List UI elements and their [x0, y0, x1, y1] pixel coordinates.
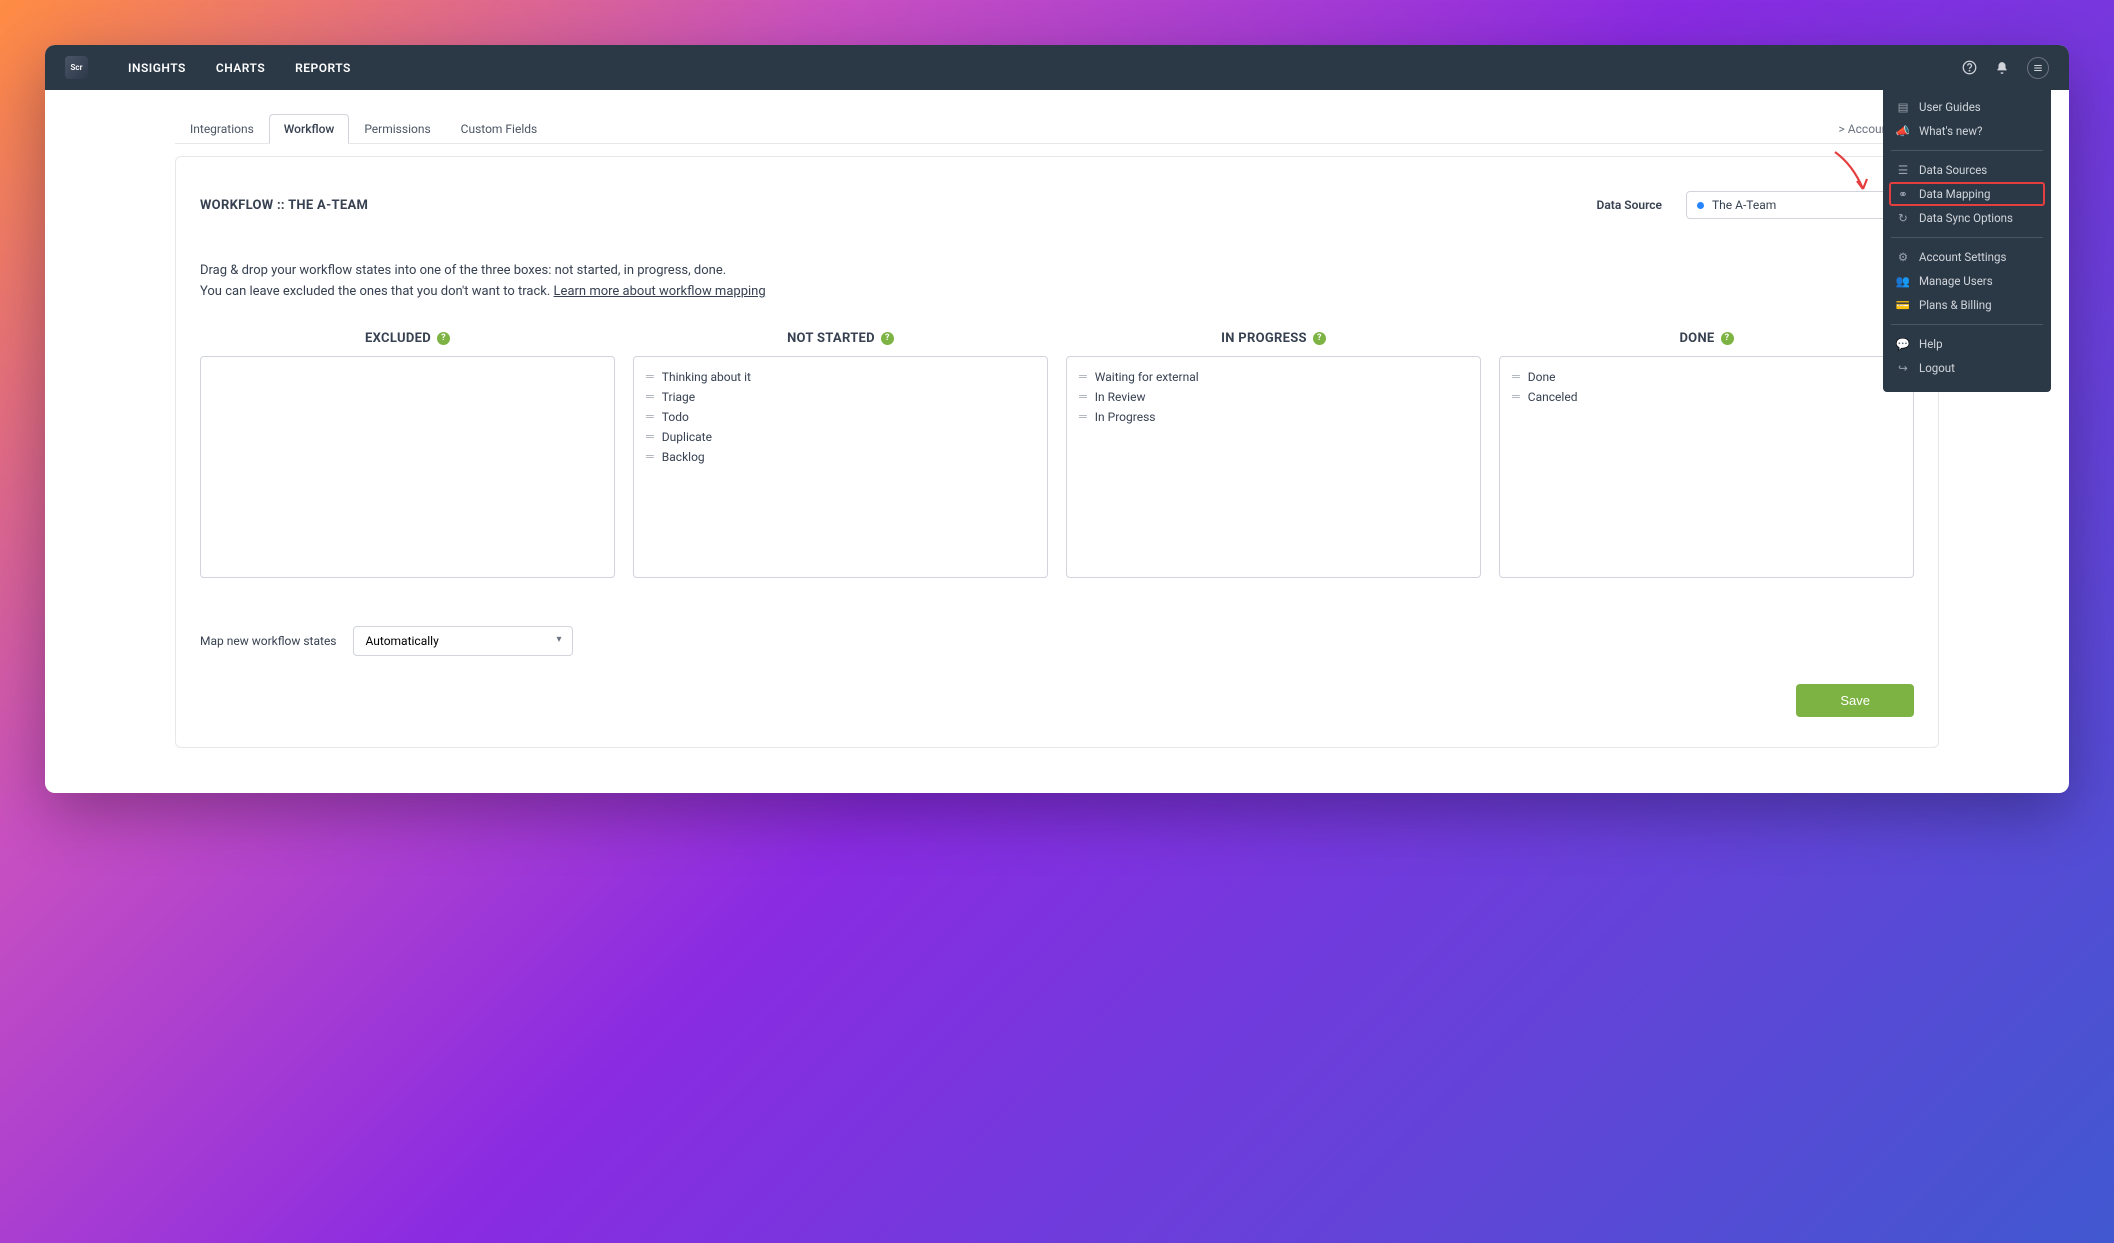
- col-title-not-started: NOT STARTED: [787, 331, 875, 346]
- help-line2: You can leave excluded the ones that you…: [200, 284, 554, 299]
- nav-links: INSIGHTS CHARTS REPORTS: [128, 61, 351, 75]
- menu-account-settings[interactable]: ⚙ Account Settings: [1883, 245, 2051, 269]
- menu-label: User Guides: [1919, 100, 1981, 114]
- menu-user-guides[interactable]: ▤ User Guides: [1883, 95, 2051, 119]
- column-done: DONE ? ═Done ═Canceled: [1499, 331, 1914, 578]
- help-icon[interactable]: [1962, 60, 1977, 75]
- workflow-panel: WORKFLOW :: THE A-TEAM Data Source The A…: [175, 156, 1939, 748]
- menu-data-sync[interactable]: ↻ Data Sync Options: [1883, 206, 2051, 230]
- menu-logout[interactable]: ↪ Logout: [1883, 356, 2051, 380]
- state-item[interactable]: ═Duplicate: [646, 427, 1035, 447]
- link-icon: ⚭: [1897, 187, 1909, 201]
- drag-handle-icon: ═: [646, 451, 652, 462]
- column-not-started: NOT STARTED ? ═Thinking about it ═Triage…: [633, 331, 1048, 578]
- map-states-value: Automatically: [366, 634, 439, 648]
- sync-icon: ↻: [1897, 211, 1909, 225]
- data-source-value: The A-Team: [1712, 198, 1776, 212]
- gear-icon: ⚙: [1897, 250, 1909, 264]
- drag-handle-icon: ═: [1079, 391, 1085, 402]
- logout-icon: ↪: [1897, 361, 1909, 375]
- col-title-in-progress: IN PROGRESS: [1221, 331, 1307, 346]
- drag-handle-icon: ═: [646, 391, 652, 402]
- menu-data-sources[interactable]: ☰ Data Sources: [1883, 158, 2051, 182]
- panel-title: WORKFLOW :: THE A-TEAM: [200, 198, 368, 213]
- content: Integrations Workflow Permissions Custom…: [45, 90, 2069, 778]
- menu-label: Data Sync Options: [1919, 211, 2013, 225]
- help-icon[interactable]: ?: [881, 332, 894, 345]
- dropdown-menu: ▤ User Guides 📣 What's new? ☰ Data Sourc…: [1883, 83, 2051, 392]
- drag-handle-icon: ═: [646, 411, 652, 422]
- drag-handle-icon: ═: [1079, 411, 1085, 422]
- drag-handle-icon: ═: [646, 371, 652, 382]
- state-item[interactable]: ═Todo: [646, 407, 1035, 427]
- tab-workflow[interactable]: Workflow: [269, 114, 350, 144]
- menu-data-mapping[interactable]: ⚭ Data Mapping: [1889, 182, 2045, 206]
- bell-icon[interactable]: [1995, 61, 2009, 75]
- state-item[interactable]: ═Done: [1512, 367, 1901, 387]
- menu-label: Plans & Billing: [1919, 298, 1992, 312]
- data-source-label: Data Source: [1597, 198, 1662, 212]
- column-in-progress: IN PROGRESS ? ═Waiting for external ═In …: [1066, 331, 1481, 578]
- topbar: Scr INSIGHTS CHARTS REPORTS: [45, 45, 2069, 90]
- drag-handle-icon: ═: [1512, 371, 1518, 382]
- menu-button[interactable]: [2027, 57, 2049, 79]
- tab-permissions[interactable]: Permissions: [349, 114, 445, 143]
- source-icon: [1697, 202, 1704, 209]
- column-excluded: EXCLUDED ?: [200, 331, 615, 578]
- state-item[interactable]: ═Canceled: [1512, 387, 1901, 407]
- nav-insights[interactable]: INSIGHTS: [128, 61, 186, 75]
- menu-label: Account Settings: [1919, 250, 2006, 264]
- tabs: Integrations Workflow Permissions Custom…: [175, 114, 1939, 144]
- logo[interactable]: Scr: [65, 56, 88, 79]
- state-item[interactable]: ═Backlog: [646, 447, 1035, 467]
- menu-label: What's new?: [1919, 124, 1982, 138]
- state-item[interactable]: ═In Progress: [1079, 407, 1468, 427]
- help-icon[interactable]: ?: [1313, 332, 1326, 345]
- drag-handle-icon: ═: [1079, 371, 1085, 382]
- chat-icon: 💬: [1897, 337, 1909, 351]
- save-button[interactable]: Save: [1796, 684, 1914, 717]
- dropbox-excluded[interactable]: [200, 356, 615, 578]
- tab-integrations[interactable]: Integrations: [175, 114, 269, 143]
- help-icon[interactable]: ?: [1721, 332, 1734, 345]
- menu-help[interactable]: 💬 Help: [1883, 332, 2051, 356]
- tab-custom-fields[interactable]: Custom Fields: [446, 114, 553, 143]
- state-item[interactable]: ═Triage: [646, 387, 1035, 407]
- learn-more-link[interactable]: Learn more about workflow mapping: [554, 284, 766, 299]
- help-icon[interactable]: ?: [437, 332, 450, 345]
- data-source-select[interactable]: The A-Team: [1686, 191, 1914, 219]
- nav-charts[interactable]: CHARTS: [216, 61, 265, 75]
- state-item[interactable]: ═Waiting for external: [1079, 367, 1468, 387]
- col-title-done: DONE: [1679, 331, 1714, 346]
- menu-label: Help: [1919, 337, 1943, 351]
- help-line1: Drag & drop your workflow states into on…: [200, 261, 1914, 282]
- col-title-excluded: EXCLUDED: [365, 331, 431, 346]
- state-item[interactable]: ═Thinking about it: [646, 367, 1035, 387]
- drag-handle-icon: ═: [646, 431, 652, 442]
- database-icon: ☰: [1897, 163, 1909, 177]
- menu-label: Manage Users: [1919, 274, 1993, 288]
- bullhorn-icon: 📣: [1897, 124, 1909, 138]
- drag-handle-icon: ═: [1512, 391, 1518, 402]
- menu-label: Logout: [1919, 361, 1955, 375]
- help-text: Drag & drop your workflow states into on…: [200, 261, 1914, 303]
- menu-plans-billing[interactable]: 💳 Plans & Billing: [1883, 293, 2051, 317]
- app-window: Scr INSIGHTS CHARTS REPORTS ▤ User Guide…: [45, 45, 2069, 793]
- state-item[interactable]: ═In Review: [1079, 387, 1468, 407]
- card-icon: 💳: [1897, 298, 1909, 312]
- dropbox-done[interactable]: ═Done ═Canceled: [1499, 356, 1914, 578]
- menu-label: Data Mapping: [1919, 187, 1991, 201]
- dropbox-not-started[interactable]: ═Thinking about it ═Triage ═Todo ═Duplic…: [633, 356, 1048, 578]
- map-states-label: Map new workflow states: [200, 634, 337, 648]
- nav-reports[interactable]: REPORTS: [295, 61, 351, 75]
- menu-label: Data Sources: [1919, 163, 1987, 177]
- workflow-columns: EXCLUDED ? NOT STARTED ? ═Thinking about…: [200, 331, 1914, 578]
- menu-manage-users[interactable]: 👥 Manage Users: [1883, 269, 2051, 293]
- book-icon: ▤: [1897, 100, 1909, 114]
- users-icon: 👥: [1897, 274, 1909, 288]
- map-states-select[interactable]: Automatically: [353, 626, 573, 656]
- dropbox-in-progress[interactable]: ═Waiting for external ═In Review ═In Pro…: [1066, 356, 1481, 578]
- menu-whats-new[interactable]: 📣 What's new?: [1883, 119, 2051, 143]
